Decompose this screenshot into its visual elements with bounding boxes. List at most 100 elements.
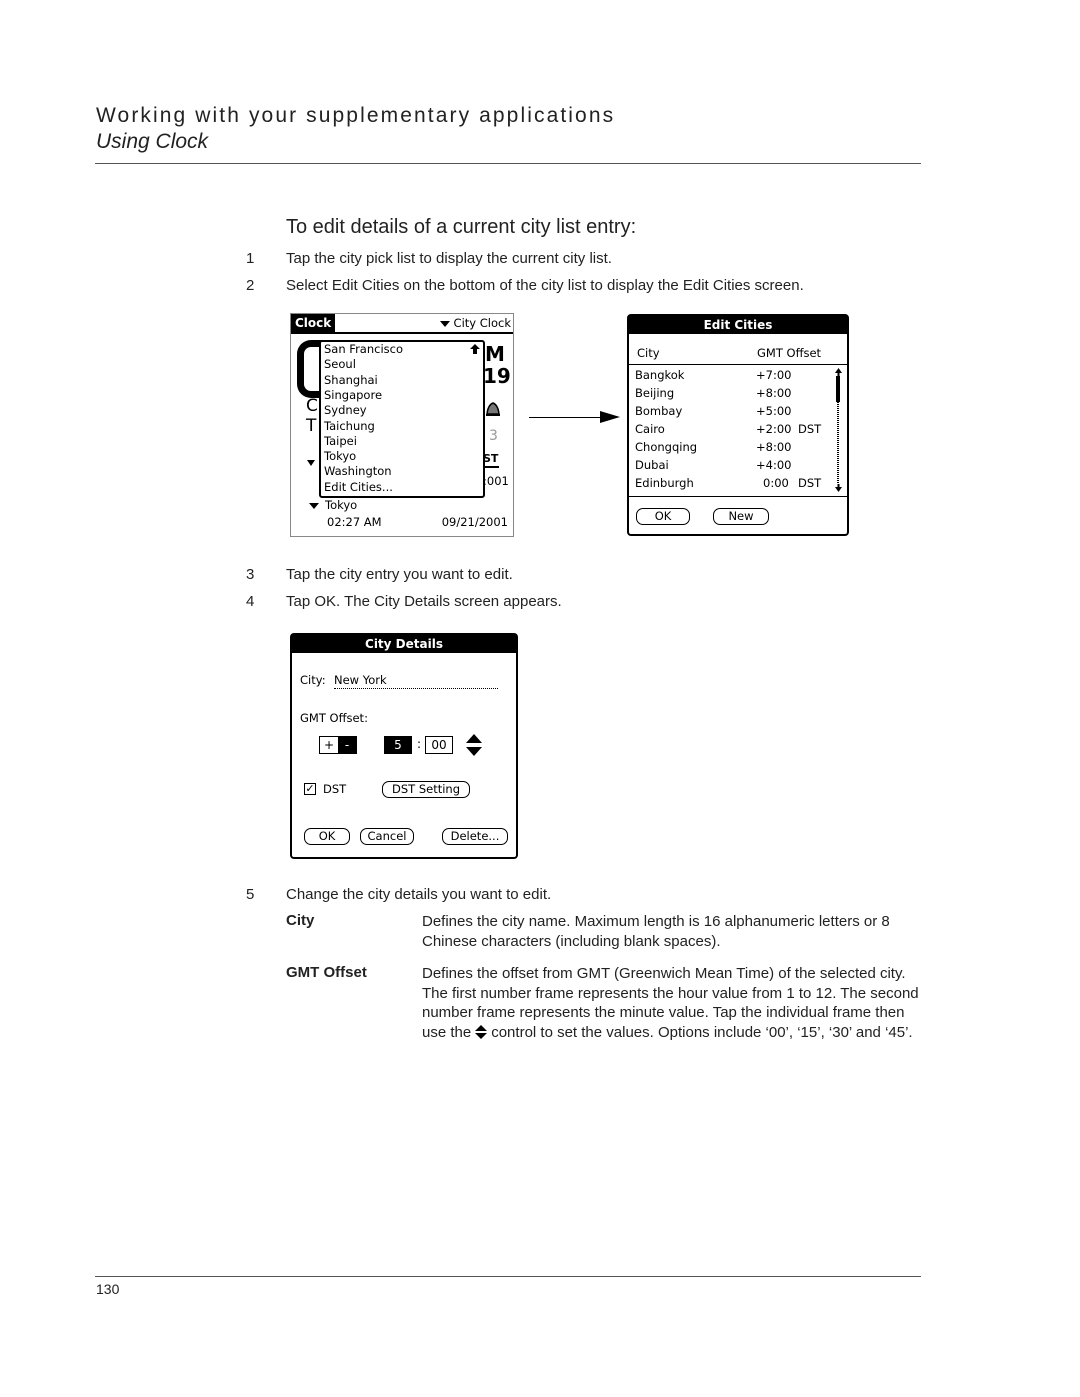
step-number: 3: [246, 566, 255, 583]
flow-arrow-line: [529, 417, 605, 418]
column-header-city: City: [637, 346, 660, 360]
step-text: Tap the city pick list to display the cu…: [286, 250, 612, 267]
clock-app-tab[interactable]: Clock: [291, 314, 336, 332]
alarm-bell-icon: [485, 400, 500, 416]
gmt-offset: +7:00: [756, 368, 792, 382]
dropdown-arrow-icon: [307, 460, 315, 466]
up-down-increment-icon[interactable]: [466, 734, 482, 756]
city-name: Bangkok: [635, 368, 685, 382]
city-row[interactable]: Chongqing +8:00: [635, 440, 825, 458]
city-pick-list-popup: San Francisco Seoul Shanghai Singapore S…: [319, 340, 485, 498]
city-name: Dubai: [635, 458, 669, 472]
flow-arrow-icon: [600, 411, 620, 423]
hour-frame[interactable]: 5: [384, 736, 412, 754]
city-list-item[interactable]: Seoul: [324, 357, 356, 372]
header-divider: [95, 163, 921, 164]
city-row[interactable]: Bangkok +7:00: [635, 368, 825, 386]
city-field-label: City:: [300, 673, 326, 687]
gmt-offset-label: GMT Offset:: [300, 711, 368, 725]
bg-date-fragment: 19: [483, 364, 511, 388]
clock-title-bar: Clock City Clock: [291, 314, 513, 334]
bg-fragment: 3: [489, 428, 498, 444]
ok-button[interactable]: OK: [636, 508, 690, 525]
definition-term-gmt-offset: GMT Offset: [286, 964, 367, 981]
delete-button[interactable]: Delete...: [442, 828, 508, 845]
definition-text-part: control to set the values. Options inclu…: [491, 1023, 913, 1041]
step-number: 2: [246, 277, 255, 294]
scrollbar-track[interactable]: [837, 402, 839, 484]
city-list-item[interactable]: Washington: [324, 464, 392, 479]
clock-time: 02:27 AM: [327, 515, 382, 529]
scrollbar[interactable]: [835, 368, 842, 492]
bg-letter: T: [306, 416, 317, 436]
gmt-offset: +2:00: [756, 422, 792, 436]
minute-frame[interactable]: 00: [425, 736, 453, 754]
city-row[interactable]: Dubai +4:00: [635, 458, 825, 476]
step-text: Change the city details you want to edit…: [286, 886, 552, 903]
new-button[interactable]: New: [713, 508, 769, 525]
clock-date: 09/21/2001: [441, 515, 508, 529]
dropdown-arrow-icon: [309, 503, 319, 509]
city-list-item[interactable]: Sydney: [324, 403, 367, 418]
city-name: Chongqing: [635, 440, 698, 454]
scrollbar-thumb[interactable]: [836, 376, 840, 402]
step-number: 4: [246, 593, 255, 610]
minus-sign-button[interactable]: -: [338, 737, 356, 753]
dst-setting-button[interactable]: DST Setting: [382, 781, 470, 798]
selected-city[interactable]: Tokyo: [325, 498, 357, 512]
step-number: 1: [246, 250, 255, 267]
scroll-up-arrow-icon[interactable]: [835, 368, 842, 376]
edit-cities-item[interactable]: Edit Cities...: [324, 480, 393, 495]
dst-checkbox[interactable]: ✓: [304, 783, 316, 795]
city-row[interactable]: Cairo +2:00 DST: [635, 422, 825, 440]
step-text: Select Edit Cities on the bottom of the …: [286, 277, 804, 294]
city-list-item[interactable]: Taichung: [324, 419, 375, 434]
definition-text-gmt-offset: Defines the offset from GMT (Greenwich M…: [422, 964, 922, 1042]
dst-indicator-icon: ST: [483, 453, 499, 468]
scroll-down-arrow-icon[interactable]: [835, 484, 842, 492]
city-row[interactable]: Beijing +8:00: [635, 386, 825, 404]
step-text: Tap the city entry you want to edit.: [286, 566, 513, 583]
procedure-title: To edit details of a current city list e…: [286, 216, 637, 238]
bg-am-fragment: M: [485, 342, 505, 366]
city-list-item[interactable]: Tokyo: [324, 449, 356, 464]
plus-sign-button[interactable]: +: [320, 737, 338, 753]
cancel-button[interactable]: Cancel: [360, 828, 414, 845]
edit-cities-title: Edit Cities: [629, 316, 847, 334]
city-list-item[interactable]: Singapore: [324, 388, 382, 403]
bg-year-fragment: :001: [483, 474, 509, 488]
city-list-item[interactable]: Taipei: [324, 434, 357, 449]
city-row[interactable]: Edinburgh 0:00 DST: [635, 476, 825, 494]
chapter-title: Working with your supplementary applicat…: [96, 104, 616, 127]
city-name: Edinburgh: [635, 476, 694, 490]
city-details-screenshot: City Details City: New York GMT Offset: …: [290, 633, 518, 859]
dst-label: DST: [323, 782, 347, 796]
page-number: 130: [96, 1281, 120, 1297]
city-name: Beijing: [635, 386, 675, 400]
city-row[interactable]: Bombay +5:00: [635, 404, 825, 422]
edit-cities-screenshot: Edit Cities City GMT Offset Bangkok +7:00…: [627, 314, 849, 536]
up-down-control-icon: [475, 1024, 488, 1039]
gmt-offset: +8:00: [756, 386, 792, 400]
city-name: Cairo: [635, 422, 665, 436]
clock-screenshot: Clock City Clock C T M 19 3 ST :001 San …: [290, 313, 514, 537]
gmt-offset: +4:00: [756, 458, 792, 472]
city-list-item[interactable]: San Francisco: [324, 342, 403, 357]
list-bottom-divider: [629, 496, 847, 497]
footer-divider: [95, 1276, 921, 1277]
header-divider: [629, 364, 847, 365]
dst-flag: DST: [798, 422, 822, 436]
city-clock-label: City Clock: [453, 316, 511, 330]
scroll-up-arrow-icon[interactable]: [470, 344, 480, 356]
city-name-input[interactable]: New York: [334, 673, 498, 689]
city-list-item[interactable]: Shanghai: [324, 373, 378, 388]
city-name: Bombay: [635, 404, 683, 418]
city-clock-picker[interactable]: City Clock: [439, 315, 511, 331]
column-header-gmt-offset: GMT Offset: [757, 346, 822, 360]
ok-button[interactable]: OK: [304, 828, 350, 845]
bg-letter: C: [306, 396, 318, 416]
dropdown-arrow-icon: [439, 320, 450, 327]
offset-sign-selector: + -: [319, 736, 357, 754]
definition-text-city: Defines the city name. Maximum length is…: [422, 913, 890, 950]
time-separator: :: [417, 737, 422, 751]
